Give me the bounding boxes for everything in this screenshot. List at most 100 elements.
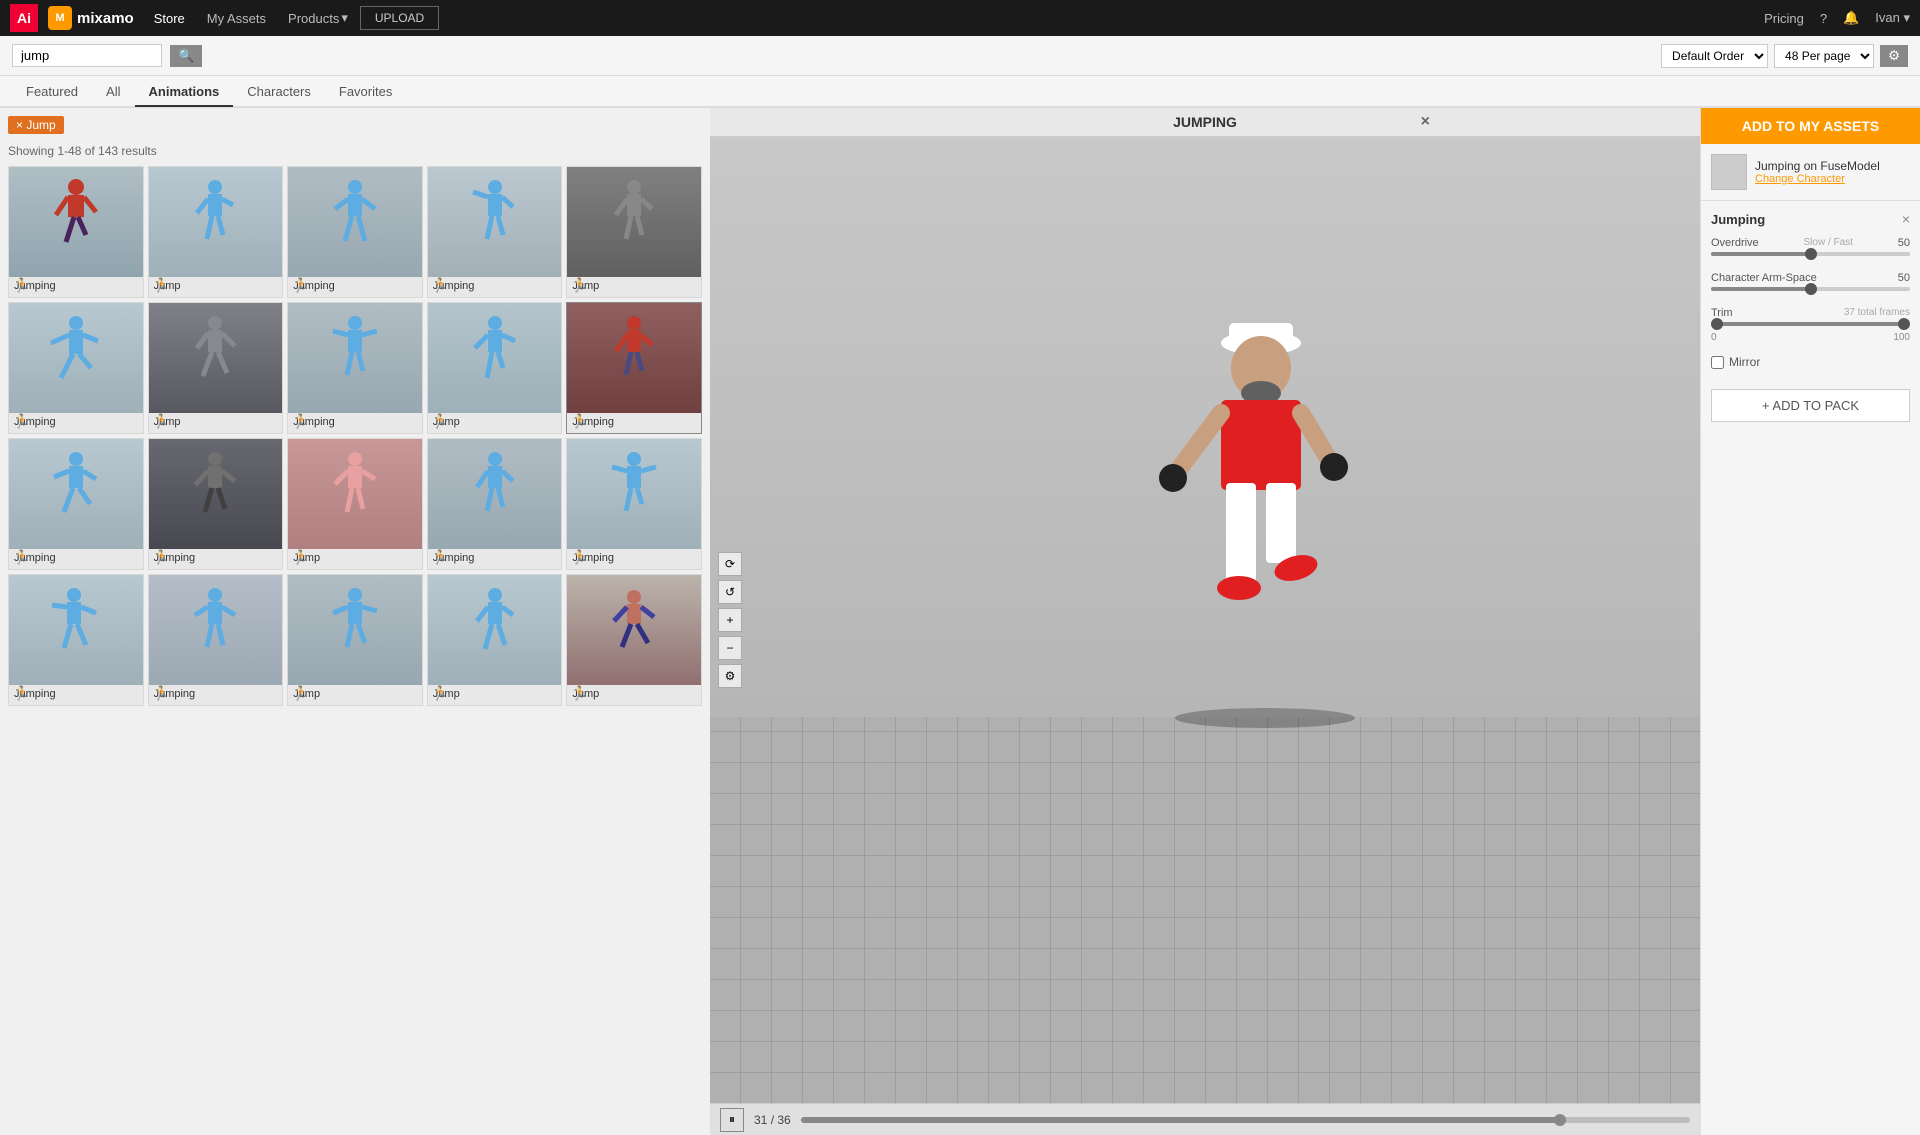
animation-section-title: Jumping xyxy=(1711,212,1765,227)
adobe-logo: Ai xyxy=(10,4,38,32)
help-icon[interactable]: ? xyxy=(1820,11,1827,26)
person-icon: 🏃 xyxy=(571,277,588,294)
bell-icon[interactable]: 🔔 xyxy=(1843,10,1859,26)
timeline-thumb[interactable] xyxy=(1554,1114,1566,1126)
per-page-select[interactable]: 48 Per page xyxy=(1774,44,1874,68)
arm-space-slider[interactable] xyxy=(1711,287,1910,291)
tab-all[interactable]: All xyxy=(92,78,134,107)
trim-fill xyxy=(1711,322,1910,326)
timeline-bar[interactable] xyxy=(801,1117,1690,1123)
grid-item[interactable]: 🏃 Jumping xyxy=(427,166,563,298)
nav-store[interactable]: Store xyxy=(144,7,195,30)
person-icon: 🏃 xyxy=(571,685,588,702)
search-input[interactable] xyxy=(12,44,162,67)
grid-item[interactable]: 🏃 Jump xyxy=(148,166,284,298)
zoom-out-button[interactable]: − xyxy=(718,636,742,660)
nav-my-assets[interactable]: My Assets xyxy=(197,7,276,30)
person-icon: 🏃 xyxy=(153,413,170,430)
animation-grid: 🏃 Jumping 🏃 Jump xyxy=(8,166,702,706)
trim-label: Trim 37 total frames xyxy=(1711,307,1910,319)
grid-item[interactable]: 🏃 Jump xyxy=(566,574,702,706)
grid-item[interactable]: 🏃 Jumping xyxy=(287,166,423,298)
user-menu[interactable]: Ivan ▾ xyxy=(1875,10,1910,26)
grid-item[interactable]: 🏃 Jump xyxy=(566,166,702,298)
grid-item[interactable]: 🏃 Jumping xyxy=(8,438,144,570)
character-details: Jumping on FuseModel Change Character xyxy=(1755,159,1880,185)
settings-view-button[interactable]: ⚙ xyxy=(718,664,742,688)
grid-item[interactable]: 🏃 Jumping xyxy=(8,166,144,298)
overdrive-thumb[interactable] xyxy=(1805,248,1817,260)
grid-item[interactable]: 🏃 Jumping xyxy=(566,302,702,434)
grid-item[interactable]: 🏃 Jump xyxy=(148,302,284,434)
trim-thumb-left[interactable] xyxy=(1711,318,1723,330)
grid-item[interactable]: 🏃 Jumping xyxy=(148,438,284,570)
nav-products[interactable]: Products ▾ xyxy=(278,6,358,30)
character-shadow xyxy=(1165,703,1365,736)
change-character-link[interactable]: Change Character xyxy=(1755,173,1880,185)
person-icon: 🏃 xyxy=(292,413,309,430)
grid-item[interactable]: 🏃 Jumping xyxy=(566,438,702,570)
person-icon: 🏃 xyxy=(432,685,449,702)
viewer-controls: ⟳ ↺ + − ⚙ xyxy=(718,552,742,688)
nav-links: Store My Assets Products ▾ UPLOAD xyxy=(144,6,440,30)
search-button[interactable]: 🔍 xyxy=(170,45,202,67)
reset-view-button[interactable]: ⟳ xyxy=(718,552,742,576)
overdrive-slider-container xyxy=(1711,252,1910,260)
animation-close-button[interactable]: × xyxy=(1902,211,1910,227)
overdrive-setting: Overdrive Slow / Fast 50 xyxy=(1711,237,1910,260)
mirror-checkbox[interactable] xyxy=(1711,356,1724,369)
sort-order-select[interactable]: Default Order xyxy=(1661,44,1768,68)
add-to-pack-button[interactable]: + ADD TO PACK xyxy=(1711,389,1910,422)
person-icon: 🏃 xyxy=(292,549,309,566)
rotate-left-button[interactable]: ↺ xyxy=(718,580,742,604)
grid-item[interactable]: 🏃 Jump xyxy=(287,574,423,706)
arm-space-thumb[interactable] xyxy=(1805,283,1817,295)
viewer-close-button[interactable]: × xyxy=(1421,113,1430,131)
tab-featured[interactable]: Featured xyxy=(12,78,92,107)
trim-thumb-right[interactable] xyxy=(1898,318,1910,330)
products-arrow: ▾ xyxy=(341,10,348,26)
grid-item[interactable]: 🏃 Jump xyxy=(427,302,563,434)
trim-slider[interactable] xyxy=(1711,322,1910,326)
tab-favorites[interactable]: Favorites xyxy=(325,78,406,107)
person-icon: 🏃 xyxy=(153,277,170,294)
person-icon: 🏃 xyxy=(292,685,309,702)
grid-item[interactable]: 🏃 Jumping xyxy=(287,302,423,434)
top-navigation: Ai M mixamo Store My Assets Products ▾ U… xyxy=(0,0,1920,36)
add-to-my-assets-button[interactable]: ADD TO MY ASSETS xyxy=(1701,108,1920,144)
pause-button[interactable]: ⏸ xyxy=(720,1108,744,1132)
grid-item[interactable]: 🏃 Jumping xyxy=(148,574,284,706)
animation-settings: Jumping × Overdrive Slow / Fast 50 xyxy=(1701,201,1920,379)
tab-animations[interactable]: Animations xyxy=(135,78,234,107)
tab-characters[interactable]: Characters xyxy=(233,78,325,107)
floor-grid xyxy=(710,717,1700,1103)
person-icon: 🏃 xyxy=(13,277,30,294)
upload-button[interactable]: UPLOAD xyxy=(360,6,439,30)
sort-controls: Default Order 48 Per page ⚙ xyxy=(1661,44,1908,68)
grid-item[interactable]: 🏃 Jumping xyxy=(427,438,563,570)
playback-bar: ⏸ 31 / 36 xyxy=(710,1103,1700,1135)
mirror-label: Mirror xyxy=(1729,355,1760,369)
grid-item[interactable]: 🏃 Jump xyxy=(287,438,423,570)
zoom-in-button[interactable]: + xyxy=(718,608,742,632)
pricing-link[interactable]: Pricing xyxy=(1764,11,1804,26)
timeline-progress xyxy=(801,1117,1566,1123)
search-bar: 🔍 Default Order 48 Per page ⚙ xyxy=(0,36,1920,76)
arm-space-slider-container xyxy=(1711,287,1910,295)
person-icon: 🏃 xyxy=(153,685,170,702)
arm-space-setting: Character Arm-Space 50 xyxy=(1711,272,1910,295)
character-info: Jumping on FuseModel Change Character xyxy=(1701,144,1920,201)
grid-item[interactable]: 🏃 Jumping xyxy=(8,574,144,706)
grid-item[interactable]: 🏃 Jump xyxy=(427,574,563,706)
right-nav: Pricing ? 🔔 Ivan ▾ xyxy=(1764,10,1910,26)
character-model xyxy=(1121,313,1401,736)
overdrive-slider[interactable] xyxy=(1711,252,1910,256)
grid-item[interactable]: 🏃 Jumping xyxy=(8,302,144,434)
person-icon: 🏃 xyxy=(432,413,449,430)
filter-tag[interactable]: × Jump xyxy=(8,116,64,134)
settings-button[interactable]: ⚙ xyxy=(1880,45,1908,67)
trim-setting: Trim 37 total frames 0 100 xyxy=(1711,307,1910,343)
person-icon: 🏃 xyxy=(571,413,588,430)
mixamo-logo-icon: M xyxy=(48,6,72,30)
character-thumbnail xyxy=(1711,154,1747,190)
